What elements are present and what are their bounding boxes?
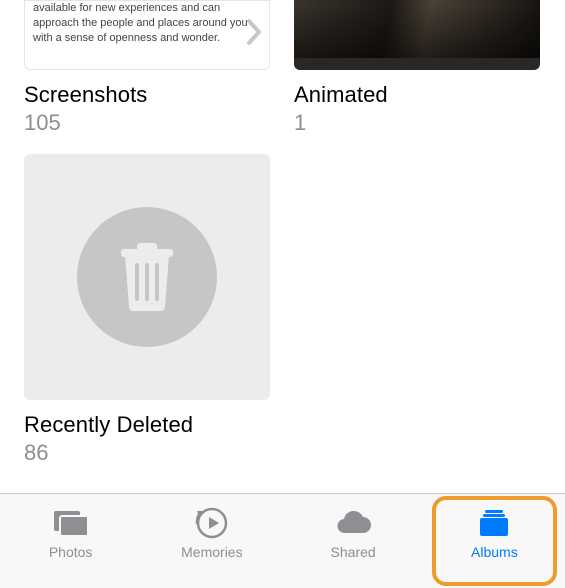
tab-albums[interactable]: Albums bbox=[424, 500, 565, 588]
cloud-icon bbox=[333, 508, 373, 538]
tab-label: Albums bbox=[471, 544, 518, 560]
chevron-right-icon bbox=[245, 17, 263, 52]
album-count: 1 bbox=[294, 110, 540, 136]
tab-label: Photos bbox=[49, 544, 93, 560]
album-title: Recently Deleted bbox=[24, 412, 270, 438]
screenshot-preview-text: available for new experiences and can ap… bbox=[25, 1, 269, 46]
tab-photos[interactable]: Photos bbox=[0, 500, 141, 588]
album-thumbnail: available for new experiences and can ap… bbox=[24, 0, 270, 70]
album-screenshots[interactable]: available for new experiences and can ap… bbox=[24, 0, 270, 136]
tab-bar: Photos Memories Shared bbox=[0, 493, 565, 588]
trash-icon bbox=[77, 207, 217, 347]
album-title: Animated bbox=[294, 82, 540, 108]
album-title: Screenshots bbox=[24, 82, 270, 108]
memories-icon bbox=[195, 508, 229, 538]
tab-label: Memories bbox=[181, 544, 242, 560]
album-animated[interactable]: Animated 1 bbox=[294, 0, 540, 136]
tab-memories[interactable]: Memories bbox=[141, 500, 282, 588]
album-count: 105 bbox=[24, 110, 270, 136]
tab-label: Shared bbox=[331, 544, 376, 560]
album-count: 86 bbox=[24, 440, 270, 466]
album-recently-deleted[interactable]: Recently Deleted 86 bbox=[24, 154, 270, 466]
albums-icon bbox=[476, 508, 512, 538]
photos-icon bbox=[51, 508, 91, 538]
album-thumbnail bbox=[24, 154, 270, 400]
album-thumbnail bbox=[294, 0, 540, 70]
tab-shared[interactable]: Shared bbox=[283, 500, 424, 588]
